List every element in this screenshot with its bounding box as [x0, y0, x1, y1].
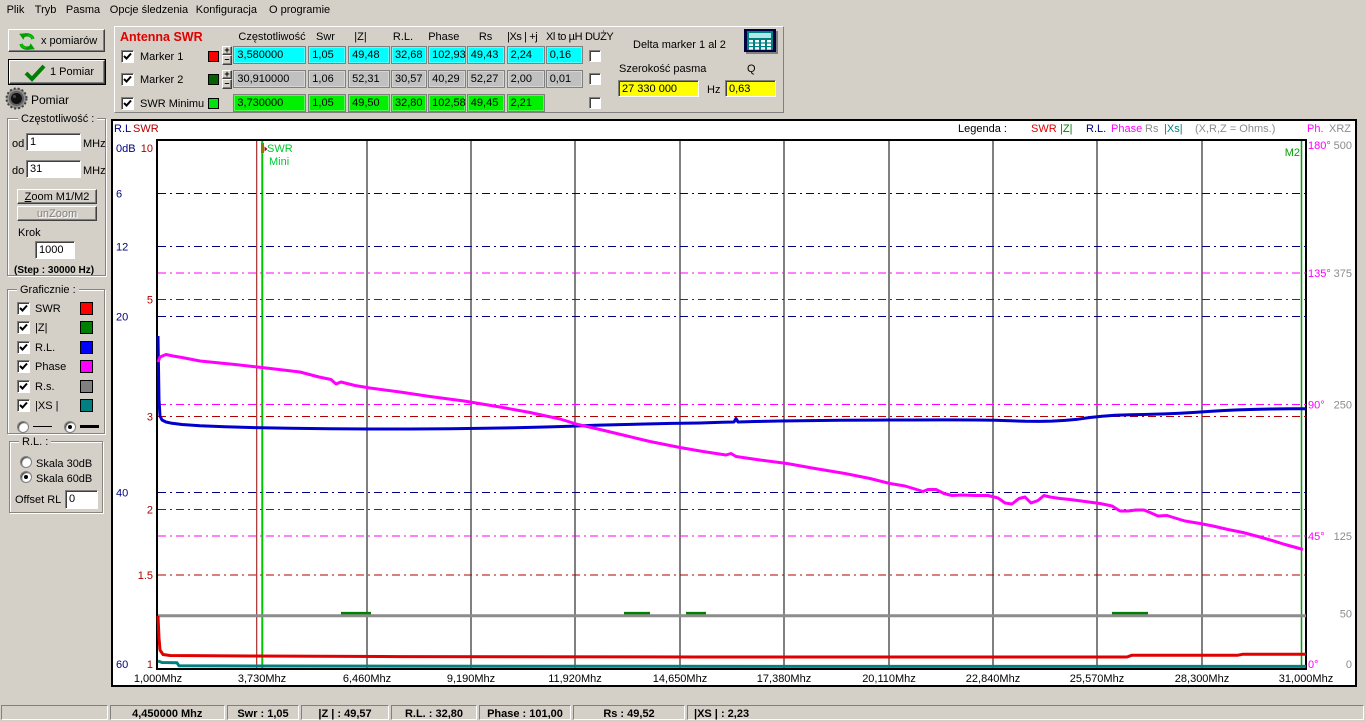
svg-text:R.L: R.L — [114, 123, 131, 135]
svg-text:SWR: SWR — [1031, 123, 1057, 135]
svg-text:3: 3 — [147, 412, 153, 424]
svg-text:40: 40 — [116, 487, 128, 499]
svg-text:135°: 135° — [1308, 268, 1331, 280]
svg-text:14,650Mhz: 14,650Mhz — [653, 673, 707, 685]
svg-text:28,300Mhz: 28,300Mhz — [1175, 673, 1229, 685]
svg-text:|Xs|: |Xs| — [1164, 123, 1183, 135]
svg-text:1,000Mhz: 1,000Mhz — [134, 673, 182, 685]
svg-text:45°: 45° — [1308, 531, 1325, 543]
svg-text:M2: M2 — [1285, 147, 1300, 159]
svg-text:SWR: SWR — [133, 123, 159, 135]
svg-text:5: 5 — [147, 295, 153, 307]
svg-text:11,920Mhz: 11,920Mhz — [548, 673, 602, 685]
svg-text:10: 10 — [141, 143, 153, 155]
svg-text:31,000Mhz: 31,000Mhz — [1279, 673, 1333, 685]
svg-text:Phase: Phase — [1111, 123, 1142, 135]
svg-text:Ph.: Ph. — [1307, 123, 1324, 135]
svg-text:SWR: SWR — [267, 143, 293, 155]
svg-text:6,460Mhz: 6,460Mhz — [343, 673, 391, 685]
svg-text:XRZ: XRZ — [1329, 123, 1351, 135]
svg-text:25,570Mhz: 25,570Mhz — [1070, 673, 1124, 685]
svg-text:17,380Mhz: 17,380Mhz — [757, 673, 811, 685]
svg-text:1: 1 — [147, 659, 153, 671]
svg-text:250: 250 — [1334, 400, 1352, 412]
svg-text:90°: 90° — [1308, 400, 1325, 412]
svg-text:20: 20 — [116, 312, 128, 324]
svg-text:3,730Mhz: 3,730Mhz — [238, 673, 286, 685]
svg-text:180°: 180° — [1308, 140, 1331, 152]
svg-text:2: 2 — [147, 504, 153, 516]
svg-text:1.5: 1.5 — [138, 570, 153, 582]
svg-text:50: 50 — [1340, 609, 1352, 621]
svg-text:|Z|: |Z| — [1060, 123, 1072, 135]
svg-text:500: 500 — [1334, 140, 1352, 152]
svg-text:60: 60 — [116, 659, 128, 671]
svg-text:0: 0 — [1346, 659, 1352, 671]
svg-text:22,840Mhz: 22,840Mhz — [966, 673, 1020, 685]
svg-text:20,110Mhz: 20,110Mhz — [862, 673, 916, 685]
svg-text:6: 6 — [116, 189, 122, 201]
svg-text:0°: 0° — [1308, 659, 1319, 671]
svg-text:125: 125 — [1334, 531, 1352, 543]
svg-text:Legenda :: Legenda : — [958, 123, 1007, 135]
svg-text:Rs: Rs — [1145, 123, 1159, 135]
svg-text:R.L.: R.L. — [1086, 123, 1106, 135]
svg-text:375: 375 — [1334, 268, 1352, 280]
svg-text:9,190Mhz: 9,190Mhz — [447, 673, 495, 685]
svg-text:12: 12 — [116, 241, 128, 253]
svg-text:0dB: 0dB — [116, 143, 136, 155]
svg-text:(X,R,Z = Ohms.): (X,R,Z = Ohms.) — [1195, 123, 1275, 135]
svg-text:Mini: Mini — [269, 156, 289, 168]
